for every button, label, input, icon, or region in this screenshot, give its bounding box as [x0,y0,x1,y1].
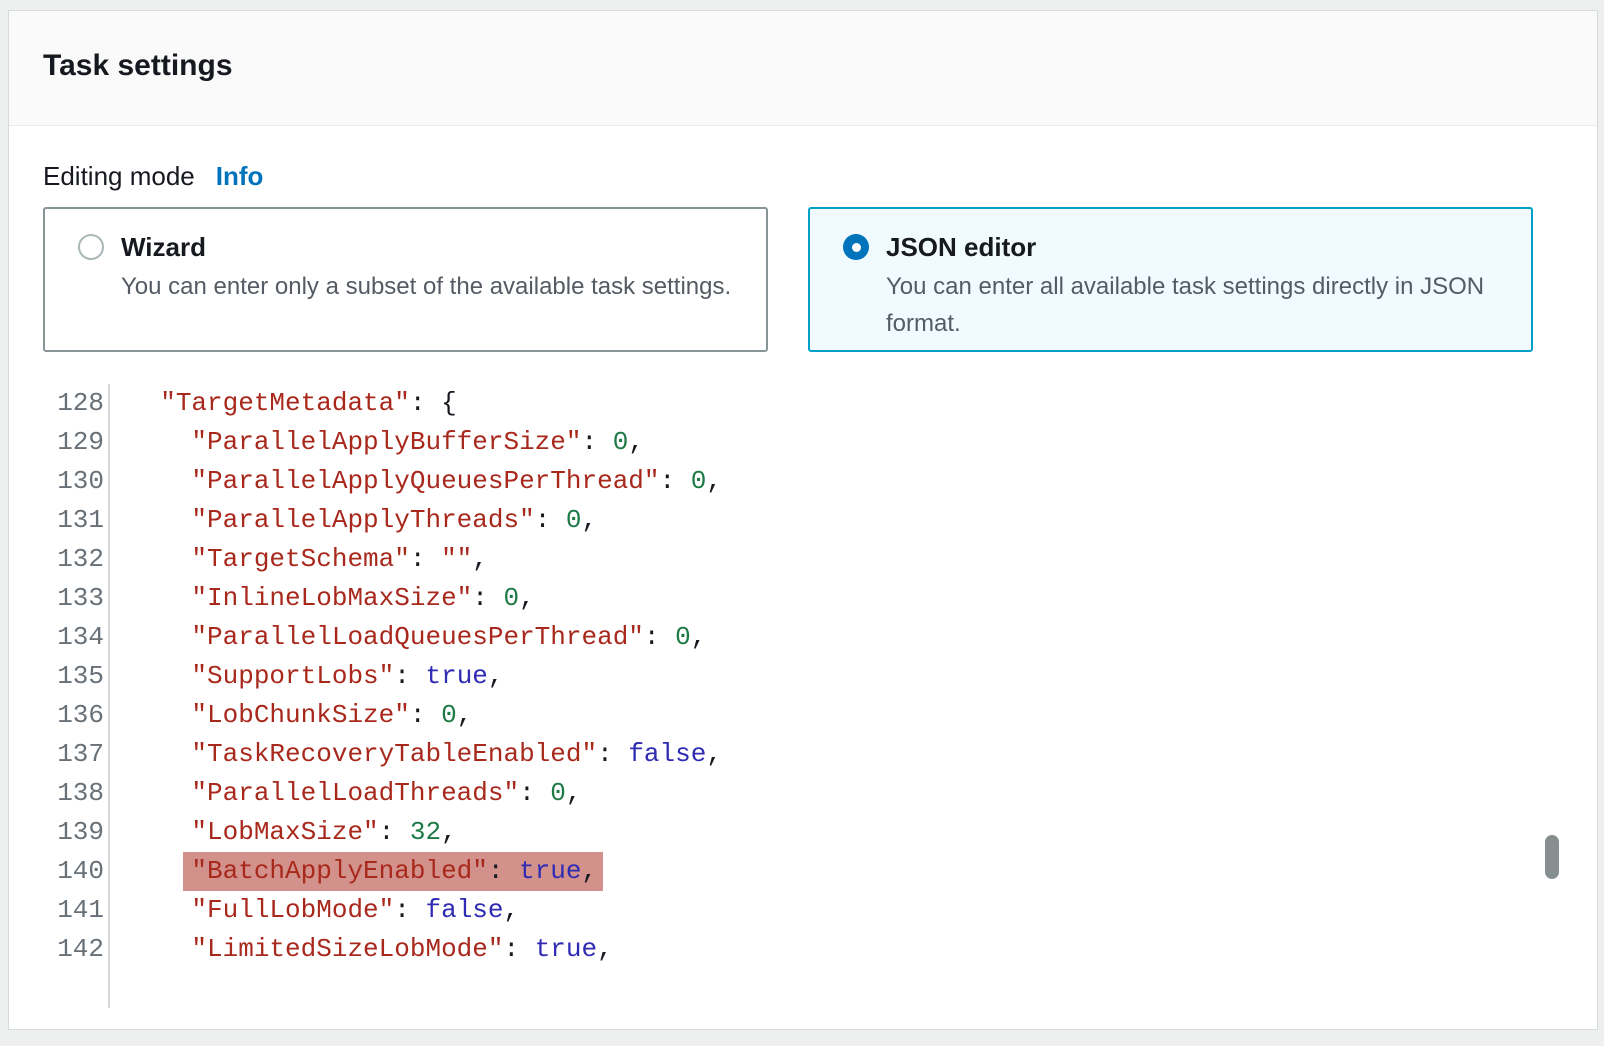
code-text: "ParallelLoadThreads": 0, [110,774,582,813]
code-line[interactable]: 132 "TargetSchema": "", [43,540,1563,579]
code-text: "FullLobMode": false, [110,891,519,930]
line-number: 142 [43,930,110,969]
json-editor-label: JSON editor [886,230,1511,264]
code-line[interactable]: 141 "FullLobMode": false, [43,891,1563,930]
json-editor-tile-text: JSON editor You can enter all available … [886,230,1511,342]
code-text [110,969,129,1008]
line-number: 138 [43,774,110,813]
line-number: 137 [43,735,110,774]
info-link[interactable]: Info [216,159,264,193]
json-editor-area[interactable]: 128 "TargetMetadata": {129 "ParallelAppl… [43,384,1563,1008]
panel-header: Task settings [9,11,1597,126]
code-line[interactable]: 130 "ParallelApplyQueuesPerThread": 0, [43,462,1563,501]
json-editor-radio-button[interactable] [843,234,869,260]
code-text: "ParallelApplyThreads": 0, [110,501,597,540]
code-text: "LimitedSizeLobMode": true, [110,930,613,969]
line-number: 140 [43,852,110,891]
editing-mode-label: Editing mode [43,159,195,193]
line-number: 132 [43,540,110,579]
wizard-tile-text: Wizard You can enter only a subset of th… [121,230,731,305]
tile-wizard[interactable]: Wizard You can enter only a subset of th… [43,207,768,352]
line-number: 130 [43,462,110,501]
line-number: 129 [43,423,110,462]
task-settings-panel: Task settings Editing mode Info Wizard Y… [8,10,1598,1030]
line-number: 133 [43,579,110,618]
code-line[interactable]: 128 "TargetMetadata": { [43,384,1563,423]
line-number: 134 [43,618,110,657]
line-number: 136 [43,696,110,735]
code-text: "SupportLobs": true, [110,657,504,696]
code-line[interactable]: 138 "ParallelLoadThreads": 0, [43,774,1563,813]
code-line[interactable]: 133 "InlineLobMaxSize": 0, [43,579,1563,618]
code-text: "ParallelApplyQueuesPerThread": 0, [110,462,722,501]
code-text: "ParallelLoadQueuesPerThread": 0, [110,618,706,657]
code-line[interactable] [43,969,1563,1008]
code-line[interactable]: 134 "ParallelLoadQueuesPerThread": 0, [43,618,1563,657]
editing-mode-row: Editing mode Info [43,159,1563,193]
code-text: "LobChunkSize": 0, [110,696,472,735]
code-line[interactable]: 131 "ParallelApplyThreads": 0, [43,501,1563,540]
code-line[interactable]: 140 "BatchApplyEnabled": true, [43,852,1563,891]
code-line[interactable]: 137 "TaskRecoveryTableEnabled": false, [43,735,1563,774]
code-text: "LobMaxSize": 32, [110,813,457,852]
code-text: "ParallelApplyBufferSize": 0, [110,423,644,462]
json-editor-description: You can enter all available task setting… [886,268,1511,342]
code-text: "TaskRecoveryTableEnabled": false, [110,735,722,774]
line-number [43,969,110,1008]
line-number: 141 [43,891,110,930]
code-text: "InlineLobMaxSize": 0, [110,579,535,618]
page-title: Task settings [43,48,1563,84]
line-number: 139 [43,813,110,852]
code-line[interactable]: 135 "SupportLobs": true, [43,657,1563,696]
tile-json-editor[interactable]: JSON editor You can enter all available … [808,207,1533,352]
wizard-label: Wizard [121,230,731,264]
code-text: "TargetSchema": "", [110,540,488,579]
editing-mode-tiles: Wizard You can enter only a subset of th… [43,207,1563,352]
highlighted-code: "BatchApplyEnabled": true, [183,852,603,891]
code-line[interactable]: 142 "LimitedSizeLobMode": true, [43,930,1563,969]
page: { "panel": { "title": "Task settings" },… [0,0,1604,1046]
code-text: "TargetMetadata": { [110,384,457,423]
wizard-radio-button[interactable] [78,234,104,260]
line-number: 135 [43,657,110,696]
wizard-description: You can enter only a subset of the avail… [121,268,731,305]
code-line[interactable]: 136 "LobChunkSize": 0, [43,696,1563,735]
code-line[interactable]: 129 "ParallelApplyBufferSize": 0, [43,423,1563,462]
line-number: 128 [43,384,110,423]
line-number: 131 [43,501,110,540]
code-line[interactable]: 139 "LobMaxSize": 32, [43,813,1563,852]
panel-body: Editing mode Info Wizard You can enter o… [9,159,1597,1008]
code-text: "BatchApplyEnabled": true, [110,852,603,891]
editor-scrollbar-thumb[interactable] [1545,835,1559,879]
